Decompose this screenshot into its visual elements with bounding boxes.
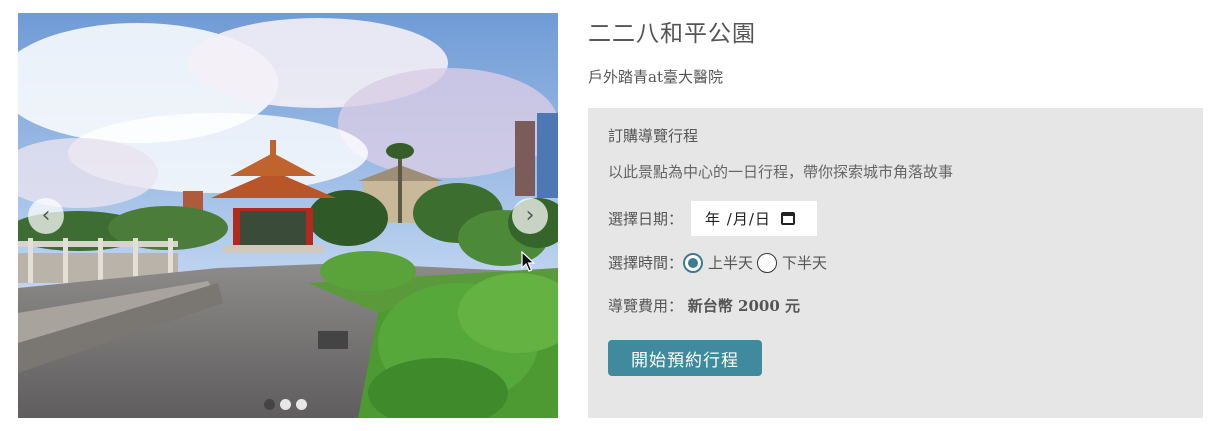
date-row: 選擇日期： 年 /月/日 xyxy=(608,201,818,236)
radio-afternoon-label[interactable]: 下半天 xyxy=(782,252,827,273)
image-carousel[interactable]: ‹ › xyxy=(18,13,558,418)
time-row: 選擇時間： 上半天 下半天 xyxy=(608,252,831,273)
page-title: 二二八和平公園 xyxy=(588,21,756,47)
chevron-left-icon: ‹ xyxy=(41,203,51,228)
radio-morning[interactable] xyxy=(683,252,704,273)
carousel-dot-3[interactable] xyxy=(296,399,307,410)
time-label: 選擇時間： xyxy=(608,254,684,272)
carousel-prev-button[interactable]: ‹ xyxy=(28,198,64,234)
carousel-dot-1[interactable] xyxy=(264,399,275,410)
fee-row: 導覽費用： 新台幣 2000 元 xyxy=(608,295,800,316)
page-subtitle: 戶外踏青at臺大醫院 xyxy=(588,68,723,86)
booking-panel: 訂購導覽行程 以此景點為中心的一日行程，帶你探索城市角落故事 選擇日期： 年 /… xyxy=(588,108,1203,418)
carousel-next-button[interactable]: › xyxy=(512,198,548,234)
mouse-pointer-icon xyxy=(521,251,535,272)
start-booking-button[interactable]: 開始預約行程 xyxy=(608,340,762,376)
date-label: 選擇日期： xyxy=(608,210,684,228)
fee-value: 新台幣 2000 元 xyxy=(687,297,800,315)
chevron-right-icon: › xyxy=(525,203,535,228)
radio-morning-label[interactable]: 上半天 xyxy=(708,252,753,273)
carousel-indicators xyxy=(264,399,307,410)
calendar-icon[interactable] xyxy=(780,212,795,225)
date-input[interactable]: 年 /月/日 xyxy=(691,201,818,236)
park-photo xyxy=(18,13,558,418)
date-input-value: 年 /月/日 xyxy=(705,210,771,228)
carousel-dot-2[interactable] xyxy=(280,399,291,410)
fee-label: 導覽費用： xyxy=(608,297,684,315)
booking-description: 以此景點為中心的一日行程，帶你探索城市角落故事 xyxy=(608,163,954,181)
radio-afternoon[interactable] xyxy=(757,252,778,273)
booking-heading: 訂購導覽行程 xyxy=(608,127,699,145)
